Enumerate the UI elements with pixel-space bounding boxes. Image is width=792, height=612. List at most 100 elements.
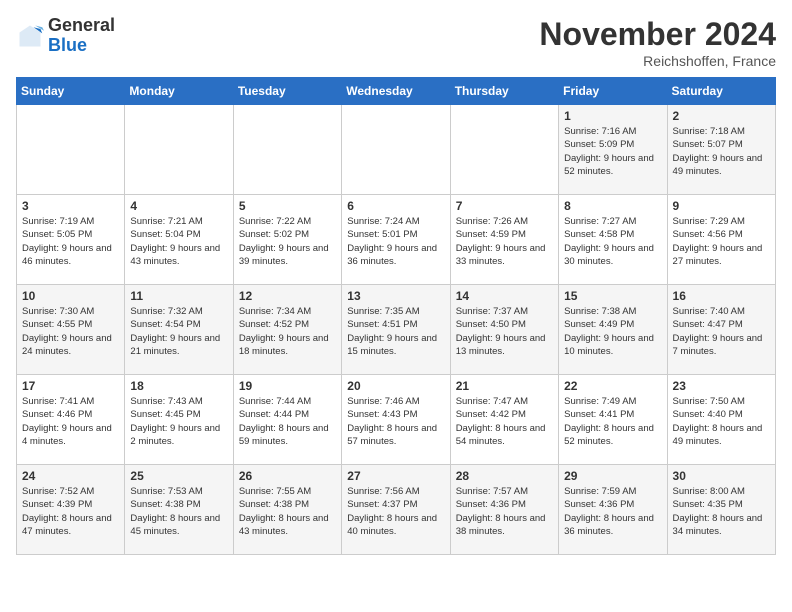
day-cell: 7 Sunrise: 7:26 AM Sunset: 4:59 PM Daylig…: [450, 195, 558, 285]
day-info: Sunrise: 7:34 AM Sunset: 4:52 PM Dayligh…: [239, 305, 336, 358]
day-cell: 17 Sunrise: 7:41 AM Sunset: 4:46 PM Dayli…: [17, 375, 125, 465]
day-info: Sunrise: 7:29 AM Sunset: 4:56 PM Dayligh…: [673, 215, 770, 268]
day-info: Sunrise: 7:43 AM Sunset: 4:45 PM Dayligh…: [130, 395, 227, 448]
day-info: Sunrise: 7:24 AM Sunset: 5:01 PM Dayligh…: [347, 215, 444, 268]
day-info: Sunrise: 7:49 AM Sunset: 4:41 PM Dayligh…: [564, 395, 661, 448]
column-header-sunday: Sunday: [17, 78, 125, 105]
day-cell: [342, 105, 450, 195]
day-number: 9: [673, 199, 770, 213]
day-info: Sunrise: 7:41 AM Sunset: 4:46 PM Dayligh…: [22, 395, 119, 448]
day-number: 22: [564, 379, 661, 393]
day-number: 30: [673, 469, 770, 483]
day-cell: [125, 105, 233, 195]
day-number: 6: [347, 199, 444, 213]
day-cell: 14 Sunrise: 7:37 AM Sunset: 4:50 PM Dayli…: [450, 285, 558, 375]
day-number: 2: [673, 109, 770, 123]
title-block: November 2024 Reichshoffen, France: [539, 16, 776, 69]
day-cell: 10Sunrise: 7:30 AM Sunset: 4:55 PM Dayli…: [17, 285, 125, 375]
day-info: Sunrise: 7:37 AM Sunset: 4:50 PM Dayligh…: [456, 305, 553, 358]
day-number: 4: [130, 199, 227, 213]
day-cell: [17, 105, 125, 195]
day-cell: 9 Sunrise: 7:29 AM Sunset: 4:56 PM Daylig…: [667, 195, 775, 285]
day-number: 26: [239, 469, 336, 483]
day-number: 20: [347, 379, 444, 393]
day-cell: 6 Sunrise: 7:24 AM Sunset: 5:01 PM Daylig…: [342, 195, 450, 285]
day-number: 14: [456, 289, 553, 303]
day-number: 21: [456, 379, 553, 393]
logo-text: General Blue: [48, 16, 115, 56]
day-number: 8: [564, 199, 661, 213]
day-cell: 18 Sunrise: 7:43 AM Sunset: 4:45 PM Dayli…: [125, 375, 233, 465]
day-info: Sunrise: 7:27 AM Sunset: 4:58 PM Dayligh…: [564, 215, 661, 268]
day-cell: 13Sunrise: 7:35 AM Sunset: 4:51 PM Dayli…: [342, 285, 450, 375]
day-info: Sunrise: 7:19 AM Sunset: 5:05 PM Dayligh…: [22, 215, 119, 268]
day-number: 1: [564, 109, 661, 123]
month-title: November 2024: [539, 16, 776, 53]
day-number: 28: [456, 469, 553, 483]
day-cell: 12Sunrise: 7:34 AM Sunset: 4:52 PM Dayli…: [233, 285, 341, 375]
day-number: 3: [22, 199, 119, 213]
day-info: Sunrise: 7:55 AM Sunset: 4:38 PM Dayligh…: [239, 485, 336, 538]
day-cell: 16Sunrise: 7:40 AM Sunset: 4:47 PM Dayli…: [667, 285, 775, 375]
column-header-saturday: Saturday: [667, 78, 775, 105]
day-number: 27: [347, 469, 444, 483]
day-info: Sunrise: 7:18 AM Sunset: 5:07 PM Dayligh…: [673, 125, 770, 178]
week-row-1: 1 Sunrise: 7:16 AM Sunset: 5:09 PM Daylig…: [17, 105, 776, 195]
day-cell: 4 Sunrise: 7:21 AM Sunset: 5:04 PM Daylig…: [125, 195, 233, 285]
day-number: 18: [130, 379, 227, 393]
day-info: Sunrise: 8:00 AM Sunset: 4:35 PM Dayligh…: [673, 485, 770, 538]
day-number: 11: [130, 289, 227, 303]
day-number: 7: [456, 199, 553, 213]
day-number: 24: [22, 469, 119, 483]
location: Reichshoffen, France: [539, 53, 776, 69]
day-cell: 27Sunrise: 7:56 AM Sunset: 4:37 PM Dayli…: [342, 465, 450, 555]
column-header-thursday: Thursday: [450, 78, 558, 105]
calendar-header-row: SundayMondayTuesdayWednesdayThursdayFrid…: [17, 78, 776, 105]
day-cell: 5 Sunrise: 7:22 AM Sunset: 5:02 PM Daylig…: [233, 195, 341, 285]
day-cell: 11 Sunrise: 7:32 AM Sunset: 4:54 PM Dayli…: [125, 285, 233, 375]
calendar-table: SundayMondayTuesdayWednesdayThursdayFrid…: [16, 77, 776, 555]
day-cell: [450, 105, 558, 195]
logo-icon: [16, 22, 44, 50]
day-cell: 25 Sunrise: 7:53 AM Sunset: 4:38 PM Dayli…: [125, 465, 233, 555]
day-cell: 21Sunrise: 7:47 AM Sunset: 4:42 PM Dayli…: [450, 375, 558, 465]
column-header-wednesday: Wednesday: [342, 78, 450, 105]
day-info: Sunrise: 7:26 AM Sunset: 4:59 PM Dayligh…: [456, 215, 553, 268]
day-number: 17: [22, 379, 119, 393]
day-number: 29: [564, 469, 661, 483]
day-number: 25: [130, 469, 227, 483]
logo-general: General: [48, 15, 115, 35]
day-info: Sunrise: 7:22 AM Sunset: 5:02 PM Dayligh…: [239, 215, 336, 268]
day-cell: 2 Sunrise: 7:18 AM Sunset: 5:07 PM Daylig…: [667, 105, 775, 195]
column-header-friday: Friday: [559, 78, 667, 105]
column-header-tuesday: Tuesday: [233, 78, 341, 105]
week-row-2: 3 Sunrise: 7:19 AM Sunset: 5:05 PM Daylig…: [17, 195, 776, 285]
day-info: Sunrise: 7:32 AM Sunset: 4:54 PM Dayligh…: [130, 305, 227, 358]
day-number: 23: [673, 379, 770, 393]
week-row-3: 10Sunrise: 7:30 AM Sunset: 4:55 PM Dayli…: [17, 285, 776, 375]
day-number: 15: [564, 289, 661, 303]
day-info: Sunrise: 7:40 AM Sunset: 4:47 PM Dayligh…: [673, 305, 770, 358]
day-cell: 15Sunrise: 7:38 AM Sunset: 4:49 PM Dayli…: [559, 285, 667, 375]
day-info: Sunrise: 7:44 AM Sunset: 4:44 PM Dayligh…: [239, 395, 336, 448]
day-info: Sunrise: 7:46 AM Sunset: 4:43 PM Dayligh…: [347, 395, 444, 448]
logo: General Blue: [16, 16, 115, 56]
day-cell: 30 Sunrise: 8:00 AM Sunset: 4:35 PM Dayli…: [667, 465, 775, 555]
day-cell: 29 Sunrise: 7:59 AM Sunset: 4:36 PM Dayli…: [559, 465, 667, 555]
day-cell: 24Sunrise: 7:52 AM Sunset: 4:39 PM Dayli…: [17, 465, 125, 555]
day-number: 5: [239, 199, 336, 213]
day-cell: [233, 105, 341, 195]
day-info: Sunrise: 7:50 AM Sunset: 4:40 PM Dayligh…: [673, 395, 770, 448]
day-number: 13: [347, 289, 444, 303]
day-cell: 22 Sunrise: 7:49 AM Sunset: 4:41 PM Dayli…: [559, 375, 667, 465]
day-info: Sunrise: 7:57 AM Sunset: 4:36 PM Dayligh…: [456, 485, 553, 538]
day-cell: 20 Sunrise: 7:46 AM Sunset: 4:43 PM Dayli…: [342, 375, 450, 465]
day-info: Sunrise: 7:59 AM Sunset: 4:36 PM Dayligh…: [564, 485, 661, 538]
day-cell: 1 Sunrise: 7:16 AM Sunset: 5:09 PM Daylig…: [559, 105, 667, 195]
logo-blue: Blue: [48, 35, 87, 55]
day-info: Sunrise: 7:16 AM Sunset: 5:09 PM Dayligh…: [564, 125, 661, 178]
page-header: General Blue November 2024 Reichshoffen,…: [16, 16, 776, 69]
day-info: Sunrise: 7:21 AM Sunset: 5:04 PM Dayligh…: [130, 215, 227, 268]
day-info: Sunrise: 7:53 AM Sunset: 4:38 PM Dayligh…: [130, 485, 227, 538]
day-cell: 23 Sunrise: 7:50 AM Sunset: 4:40 PM Dayli…: [667, 375, 775, 465]
